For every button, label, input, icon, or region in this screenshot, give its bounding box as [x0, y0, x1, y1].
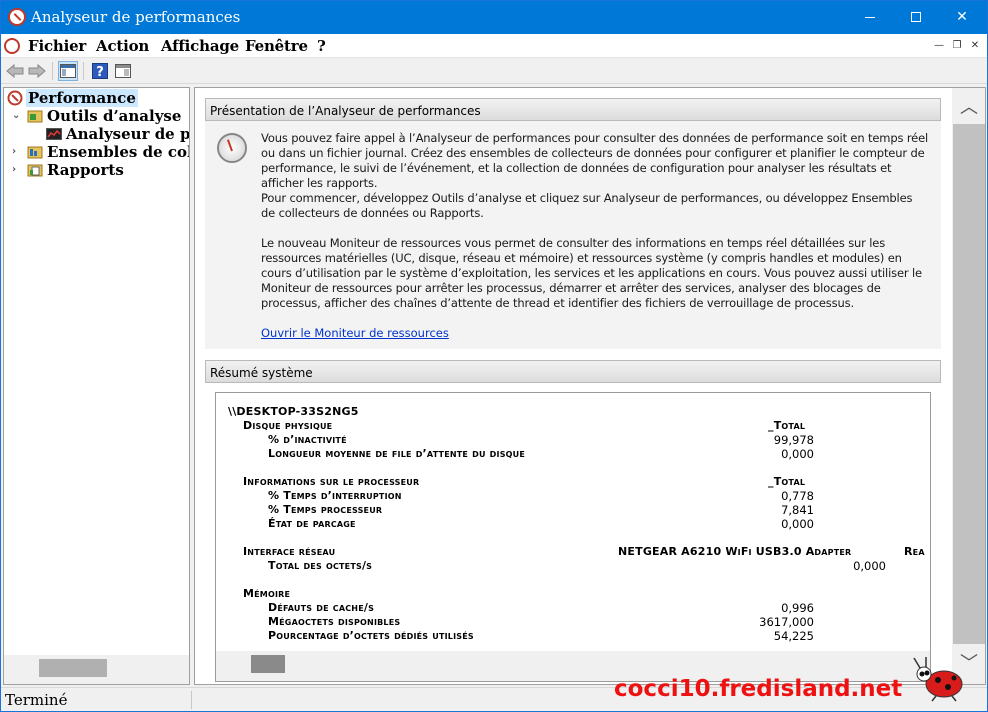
forward-arrow-icon — [28, 63, 46, 79]
minimize-icon — [865, 16, 875, 18]
performance-gauge-icon — [217, 133, 247, 163]
counter-name: Pourcentage d’octets dédiés utilisés — [268, 629, 474, 642]
tree-item-label: Analyseur de per — [66, 125, 190, 143]
status-text: Terminé — [5, 691, 68, 709]
data-collector-sets-icon — [27, 144, 43, 160]
menu-action[interactable]: Action — [96, 37, 149, 55]
counter-name: Longueur moyenne de file d’attente du di… — [268, 447, 526, 460]
performance-node-icon — [7, 90, 23, 106]
back-button[interactable] — [5, 61, 25, 81]
chevron-right-icon[interactable]: › — [12, 147, 22, 157]
scroll-up-icon[interactable]: ︿ — [958, 98, 980, 118]
intro-paragraph-1: Vous pouvez faire appel à l’Analyseur de… — [261, 131, 929, 190]
tree-horizontal-scrollbar[interactable] — [3, 655, 190, 685]
counter-value: 7,841 — [781, 503, 814, 517]
counter-name: % Temps d’interruption — [268, 489, 402, 502]
status-separator — [191, 691, 192, 709]
intro-paragraph-3: Le nouveau Moniteur de ressources vous p… — [261, 236, 922, 310]
svg-text:?: ? — [96, 65, 104, 79]
intro-panel: Vous pouvez faire appel à l’Analyseur de… — [205, 121, 941, 349]
menu-bar: Fichier Action Affichage Fenêtre ? — ❐ ✕ — [1, 34, 987, 58]
chevron-down-icon[interactable]: ⌄ — [12, 111, 22, 121]
tree-item-label: Outils d’analyse — [47, 107, 182, 125]
performance-app-icon[interactable] — [8, 8, 26, 26]
cpu-category-label: Informations sur le processeur — [243, 475, 420, 488]
open-resource-monitor-link[interactable]: Ouvrir le Moniteur de ressources — [261, 326, 449, 340]
menu-affichage[interactable]: Affichage — [161, 37, 239, 55]
scrollbar-thumb[interactable] — [251, 655, 285, 673]
forward-button[interactable] — [27, 61, 47, 81]
network-category-label: Interface réseau — [243, 545, 336, 558]
menu-fenetre[interactable]: Fenêtre — [245, 37, 308, 55]
counter-value: 0,996 — [781, 601, 814, 615]
cpu-instance-label: _Total — [768, 475, 806, 488]
title-bar[interactable]: Analyseur de performances ✕ — [1, 1, 987, 34]
network-instance-label: NETGEAR A6210 WiFi USB3.0 Adapter — [618, 545, 852, 558]
menu-fichier[interactable]: Fichier — [28, 37, 86, 55]
analysis-tools-folder-icon — [27, 108, 43, 124]
counter-name: Défauts de cache/s — [268, 601, 375, 614]
counter-name: État de parcage — [268, 517, 356, 530]
content-vertical-scrollbar[interactable]: ︿ ﹀ — [952, 88, 985, 684]
machine-name: \\DESKTOP-33S2NG5 — [228, 405, 359, 418]
scrollbar-thumb[interactable] — [39, 659, 107, 677]
help-icon: ? — [92, 63, 108, 79]
window-title: Analyseur de performances — [31, 8, 241, 26]
counter-name: Total des octets/s — [268, 559, 373, 572]
reports-icon — [27, 162, 43, 178]
performance-monitor-icon — [46, 126, 62, 142]
app-window: Analyseur de performances ✕ Fichier Acti… — [0, 0, 988, 712]
counter-value: 0,000 — [781, 517, 814, 531]
menu-help[interactable]: ? — [317, 37, 326, 55]
ladybug-logo-icon — [913, 657, 963, 702]
memory-category-label: Mémoire — [243, 587, 291, 600]
counter-value: 0,778 — [781, 489, 814, 503]
counter-name: % Temps processeur — [268, 503, 383, 516]
scrollbar-thumb[interactable] — [953, 124, 985, 644]
minimize-button[interactable] — [847, 1, 893, 34]
counter-value: 0,000 — [781, 447, 814, 461]
close-button[interactable]: ✕ — [939, 1, 985, 34]
network-instance-label-2: Rea — [904, 545, 925, 558]
counter-name: % d’inactivité — [268, 433, 347, 446]
toolbar-separator — [83, 62, 84, 80]
maximize-button[interactable] — [893, 1, 939, 34]
counter-value: 0,000 — [853, 559, 886, 573]
watermark-text: cocci10.fredisland.net — [614, 676, 903, 702]
counter-value: 54,225 — [773, 629, 814, 643]
console-tree-icon — [60, 64, 76, 78]
show-hide-action-pane-button[interactable] — [113, 61, 133, 81]
system-menu-icon[interactable] — [4, 38, 20, 54]
counter-name: Mégaoctets disponibles — [268, 615, 401, 628]
mdi-restore-icon[interactable]: ❐ — [949, 38, 965, 54]
console-tree: Performance ⌄ Outils d’analyse Analyseur… — [3, 87, 190, 685]
disk-instance-label: _Total — [768, 419, 806, 432]
tree-item-label: Ensembles de collec — [47, 143, 189, 161]
disk-category-label: Disque physique — [243, 419, 333, 432]
action-pane-icon — [115, 64, 131, 78]
counter-value: 99,978 — [773, 433, 814, 447]
counter-value: 3617,000 — [759, 615, 814, 629]
close-icon: ✕ — [956, 9, 968, 25]
show-hide-console-tree-button[interactable] — [58, 61, 78, 81]
toolbar: ? — [1, 58, 987, 84]
system-summary-panel: \\DESKTOP-33S2NG5 Disque physique _Total… — [215, 392, 931, 682]
mdi-close-icon[interactable]: ✕ — [967, 38, 983, 54]
mdi-minimize-icon[interactable]: — — [931, 38, 947, 54]
intro-section-header[interactable]: Présentation de l’Analyseur de performan… — [205, 98, 941, 121]
summary-section-header[interactable]: Résumé système — [205, 360, 941, 383]
tree-item-label: Rapports — [47, 161, 124, 179]
back-arrow-icon — [6, 63, 24, 79]
tree-item-label: Performance — [26, 89, 138, 107]
intro-paragraph-2: Pour commencer, développez Outils d’anal… — [261, 191, 913, 220]
maximize-icon — [911, 12, 921, 22]
chevron-right-icon[interactable]: › — [12, 165, 22, 175]
toolbar-separator — [52, 62, 53, 80]
help-button[interactable]: ? — [90, 61, 110, 81]
content-pane: Présentation de l’Analyseur de performan… — [194, 87, 986, 685]
